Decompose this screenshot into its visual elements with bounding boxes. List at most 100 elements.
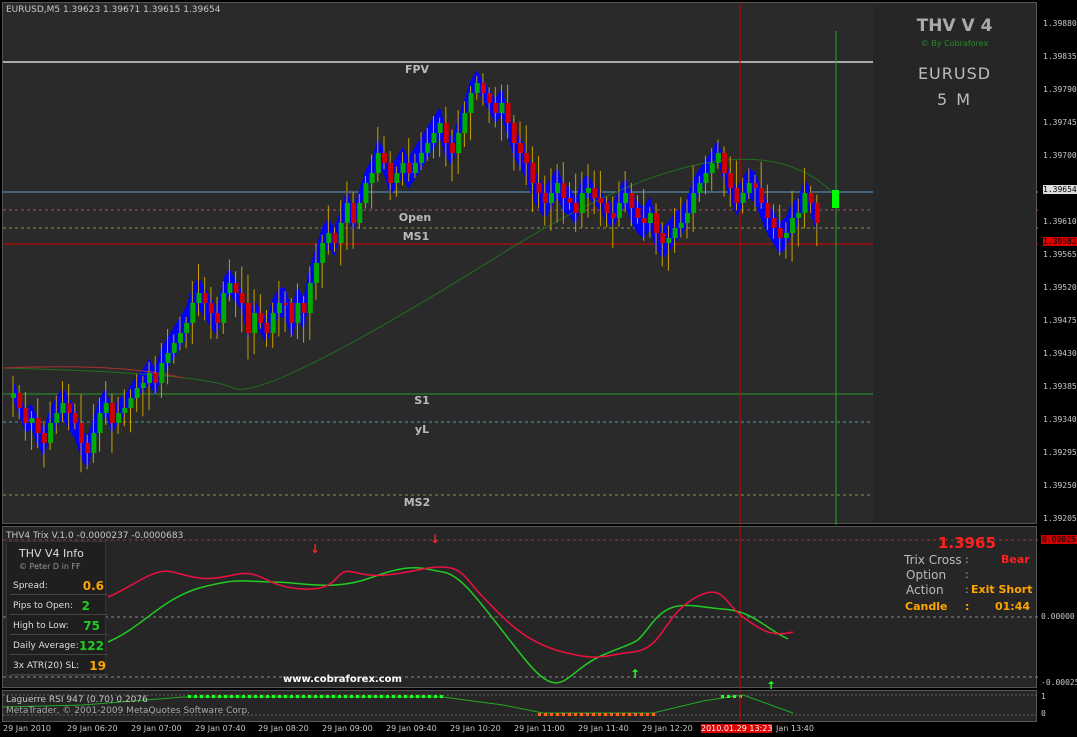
candle-body [629, 193, 635, 208]
time-tick-label: 29 Jan 10:20 [450, 724, 501, 733]
candle-body [239, 293, 245, 303]
candle-body [734, 188, 740, 203]
candle-body [425, 143, 431, 153]
trix-signal-arrow: ↓ [310, 542, 320, 556]
candle-body [536, 183, 542, 193]
candle-body [388, 163, 394, 183]
candle-body [499, 103, 505, 113]
rsi-overbought-dot [200, 695, 203, 698]
rsi-overbought-dot [344, 695, 347, 698]
candle-body [456, 133, 462, 153]
rsi-scale-top: 1 [1041, 692, 1046, 701]
candle-body [752, 183, 758, 188]
price-tick-label: 1.39880 [1043, 19, 1077, 28]
trix-cross-sep: : [965, 553, 969, 566]
trix-scale-top: 0.00025 [1041, 535, 1077, 544]
candle-body [344, 203, 350, 223]
trix-scale-bot: -0.00025 [1041, 678, 1077, 687]
rsi-overbought-dot [404, 695, 407, 698]
rsi-overbought-dot [236, 695, 239, 698]
candle-body [400, 163, 406, 173]
price-tick-label: 1.39475 [1043, 316, 1077, 325]
rsi-oversold-dot [634, 713, 637, 716]
candle-body [641, 218, 647, 223]
candle-body [270, 313, 276, 333]
level-label-ms1: MS1 [403, 230, 430, 243]
thv-info-box: THV V4 Info © Peter D in FF Spread: 0.6 … [6, 541, 108, 676]
rsi-overbought-dot [380, 695, 383, 698]
trix-main-line [107, 566, 794, 658]
candle-body [542, 193, 548, 203]
rsi-oversold-dot [610, 713, 613, 716]
candle-body [691, 193, 697, 213]
candle-body [116, 413, 122, 423]
candle-body [48, 423, 54, 443]
candle-body [697, 183, 703, 193]
price-tick-label: 1.39745 [1043, 118, 1077, 127]
rsi-overbought-dot [727, 695, 730, 698]
candle-body [332, 233, 338, 243]
candle-body [177, 333, 183, 343]
candle-body [221, 293, 227, 323]
rsi-overbought-dot [416, 695, 419, 698]
rsi-overbought-dot [422, 695, 425, 698]
current-bar-marker [832, 190, 839, 208]
candle-body [406, 163, 412, 173]
info-row-pips-to-open: Pips to Open: 2 [10, 599, 108, 615]
time-tick-label: 29 Jan 09:40 [386, 724, 437, 733]
trix-side-info: 1.3965 Trix Cross : Bear Option : Action… [876, 532, 1036, 682]
time-tick-label: 29 Jan 11:00 [514, 724, 565, 733]
price-tick-label: 1.39250 [1043, 481, 1077, 490]
price-tick-label: 1.39582 [1043, 237, 1077, 246]
candle-body [85, 443, 91, 453]
copyright: MetaTrader, © 2001-2009 MetaQuotes Softw… [6, 706, 251, 716]
rsi-oversold-dot [604, 713, 607, 716]
candle-body [715, 153, 721, 163]
trix-signal-line [107, 567, 789, 684]
rsi-overbought-dot [338, 695, 341, 698]
rsi-oversold-dot [616, 713, 619, 716]
candle-body [765, 203, 771, 218]
rsi-overbought-dot [194, 695, 197, 698]
candle-body [190, 303, 196, 323]
candle-body [17, 393, 23, 408]
candle-body [443, 123, 449, 143]
rsi-overbought-dot [242, 695, 245, 698]
time-tick-label: 29 Jan 2010 [3, 724, 51, 733]
ichimoku-cloud [13, 70, 817, 469]
trix-signal-arrow: ↓ [430, 532, 440, 546]
rsi-oversold-dot [592, 713, 595, 716]
candle-body [196, 293, 202, 303]
rsi-oversold-dot [556, 713, 559, 716]
rsi-overbought-dot [314, 695, 317, 698]
candle-body [11, 393, 16, 398]
candle-body [437, 123, 443, 133]
thv-title-panel: THV V 4 © By Cobraforex EURUSD 5 M [873, 4, 1036, 522]
candle-body [586, 188, 592, 193]
candle-body [289, 303, 295, 323]
candle-body [29, 418, 35, 423]
level-label-ms2: MS2 [404, 496, 431, 509]
rsi-overbought-dot [248, 695, 251, 698]
candle-body [122, 408, 128, 413]
price-tick-label: 1.39790 [1043, 85, 1077, 94]
rsi-overbought-dot [320, 695, 323, 698]
candle-body [777, 228, 783, 238]
candle-body [208, 303, 214, 313]
rsi-overbought-dot [302, 695, 305, 698]
time-tick-label: 29 Jan 08:20 [258, 724, 309, 733]
candle-body [351, 203, 357, 223]
candle-body [684, 213, 690, 223]
trix-title: THV4 Trix V.1.0 -0.0000237 -0.0000683 [6, 531, 184, 541]
rsi-oversold-dot [652, 713, 655, 716]
rsi-oversold-dot [544, 713, 547, 716]
candle-body [357, 203, 363, 223]
time-tick-label: 2010.01.29 13:23 [701, 724, 773, 733]
candle-body [796, 213, 802, 218]
candle-body [103, 403, 109, 413]
candle-body [511, 123, 517, 143]
price-tick-label: 1.39520 [1043, 283, 1077, 292]
price-tick-label: 1.39340 [1043, 415, 1077, 424]
price-tick-label: 1.39610 [1043, 217, 1077, 226]
rsi-overbought-dot [410, 695, 413, 698]
